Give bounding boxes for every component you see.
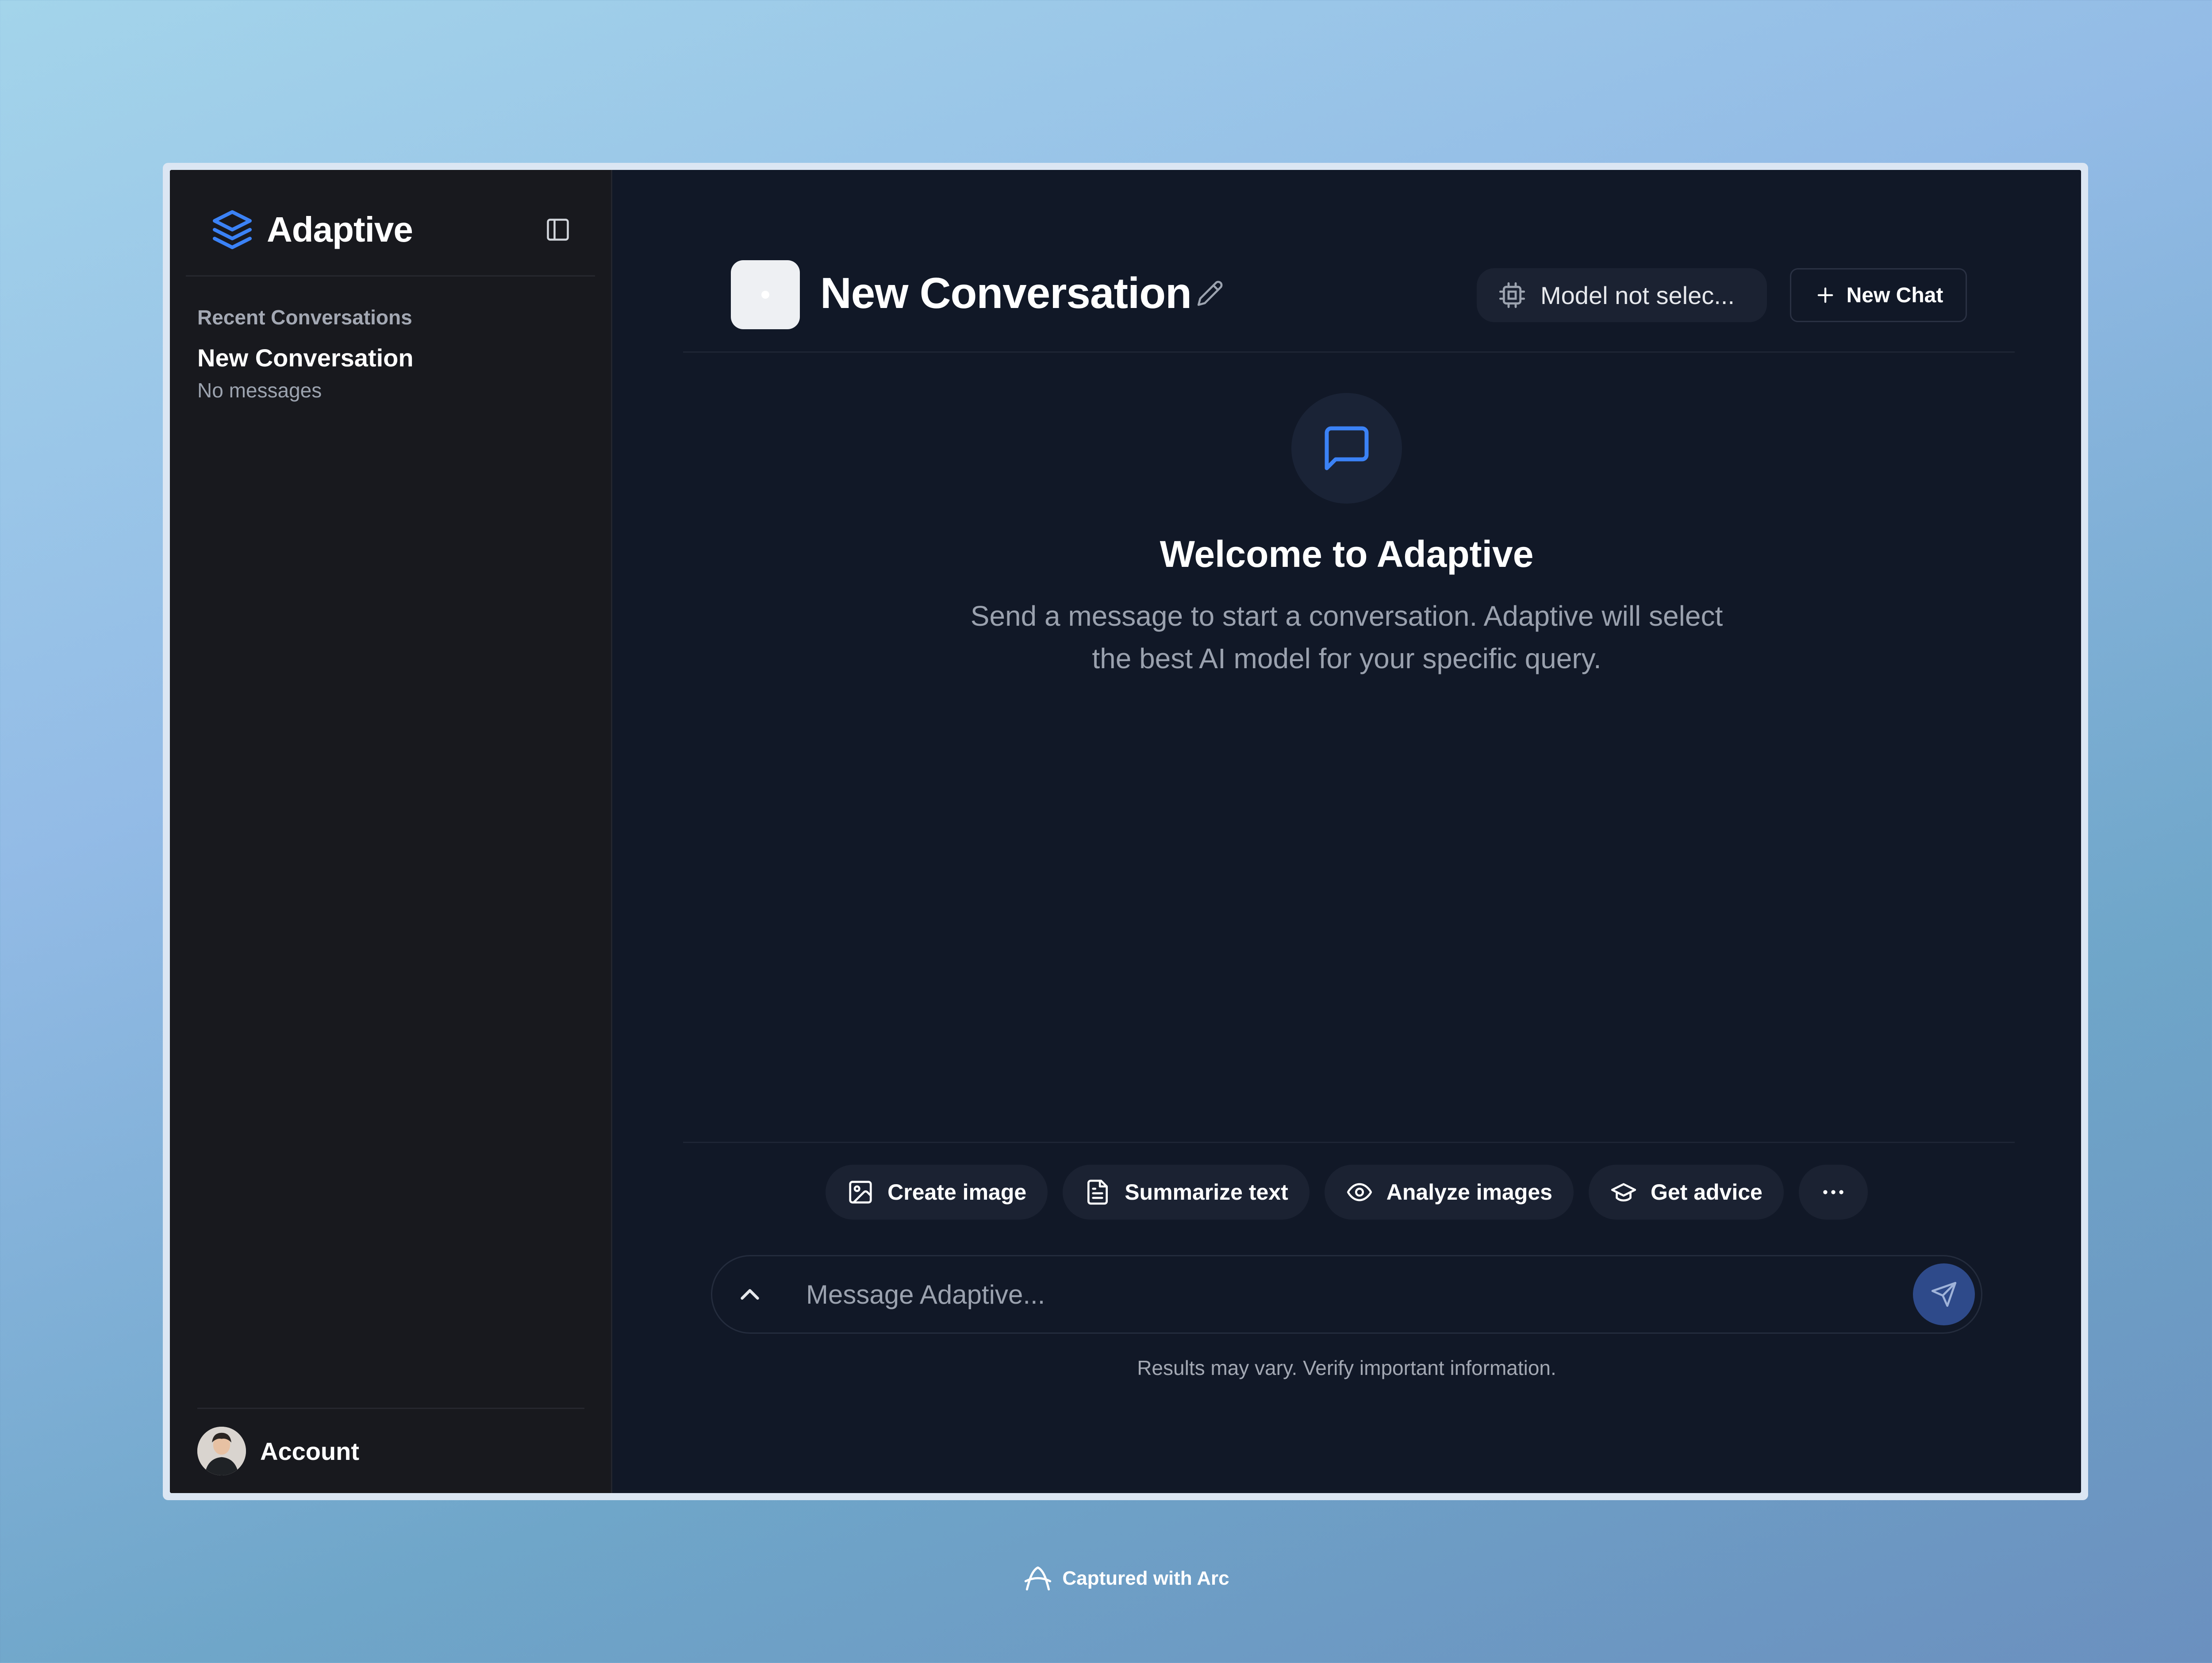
more-suggestions-button[interactable] bbox=[1798, 1165, 1868, 1220]
app-window: Adaptive Recent Conversations New Conver… bbox=[163, 163, 2088, 1500]
message-input[interactable] bbox=[805, 1272, 1869, 1317]
chip-label: Summarize text bbox=[1125, 1180, 1288, 1205]
model-selector-label: Model not selec... bbox=[1540, 281, 1735, 309]
message-composer bbox=[711, 1255, 1982, 1334]
chip-label: Create image bbox=[887, 1180, 1027, 1205]
eye-icon bbox=[1347, 1183, 1372, 1201]
chevron-up-icon[interactable] bbox=[734, 1279, 765, 1310]
new-chat-button[interactable]: New Chat bbox=[1790, 268, 1967, 322]
arc-capture-footer: Captured with Arc bbox=[0, 1562, 2212, 1595]
get-advice-chip[interactable]: Get advice bbox=[1588, 1165, 1784, 1220]
sidebar-divider bbox=[186, 275, 595, 277]
file-text-icon bbox=[1087, 1179, 1108, 1205]
account-label: Account bbox=[260, 1437, 359, 1465]
more-horizontal-icon bbox=[1823, 1190, 1843, 1194]
conversation-title: New Conversation bbox=[197, 344, 414, 372]
app-shell: Adaptive Recent Conversations New Conver… bbox=[170, 170, 2081, 1493]
summarize-text-chip[interactable]: Summarize text bbox=[1063, 1165, 1310, 1220]
graduation-cap-icon bbox=[1611, 1183, 1636, 1202]
sidebar-toggle-icon[interactable] bbox=[545, 216, 571, 243]
suggestion-chips: Create image Summarize text Analyze imag… bbox=[612, 1165, 2081, 1220]
avatar bbox=[197, 1427, 246, 1475]
create-image-chip[interactable]: Create image bbox=[826, 1165, 1048, 1220]
welcome-subtitle: Send a message to start a conversation. … bbox=[970, 600, 1723, 674]
welcome-title: Welcome to Adaptive bbox=[1160, 533, 1534, 575]
new-chat-label: New Chat bbox=[1846, 283, 1943, 307]
layers-logo-icon bbox=[213, 210, 252, 249]
chat-header: New Conversation Model not selec... New … bbox=[683, 170, 2015, 353]
send-icon bbox=[1931, 1282, 1957, 1307]
model-selector-button[interactable]: Model not selec... bbox=[1477, 268, 1767, 322]
welcome-badge bbox=[1291, 393, 1402, 504]
message-square-icon bbox=[1325, 426, 1369, 470]
analyze-images-chip[interactable]: Analyze images bbox=[1324, 1165, 1574, 1220]
captured-with-arc-label: Captured with Arc bbox=[1062, 1567, 1229, 1589]
disclaimer-text: Results may vary. Verify important infor… bbox=[1137, 1356, 1556, 1379]
send-button[interactable] bbox=[1913, 1263, 1975, 1325]
composer-divider bbox=[683, 1142, 2015, 1143]
sidebar-header: Adaptive bbox=[211, 201, 589, 258]
conversation-subtitle: No messages bbox=[197, 379, 322, 402]
chat-main: New Conversation Model not selec... New … bbox=[612, 170, 2081, 1493]
brand-name: Adaptive bbox=[267, 210, 413, 249]
account-button[interactable]: Account bbox=[197, 1427, 359, 1475]
image-icon bbox=[849, 1181, 872, 1204]
chip-label: Analyze images bbox=[1386, 1180, 1552, 1205]
plus-icon bbox=[1817, 287, 1833, 303]
conversation-list-item[interactable]: New Conversation No messages bbox=[197, 343, 593, 402]
sidebar: Adaptive Recent Conversations New Conver… bbox=[170, 170, 612, 1493]
cpu-icon bbox=[1499, 282, 1525, 308]
recent-conversations-label: Recent Conversations bbox=[197, 306, 412, 329]
conversation-avatar bbox=[731, 260, 800, 329]
page-title: New Conversation bbox=[820, 269, 1192, 317]
chip-label: Get advice bbox=[1650, 1180, 1763, 1205]
sidebar-bottom-divider bbox=[197, 1408, 584, 1409]
arc-logo-icon bbox=[1025, 1566, 1052, 1591]
pencil-icon[interactable] bbox=[1196, 280, 1224, 307]
